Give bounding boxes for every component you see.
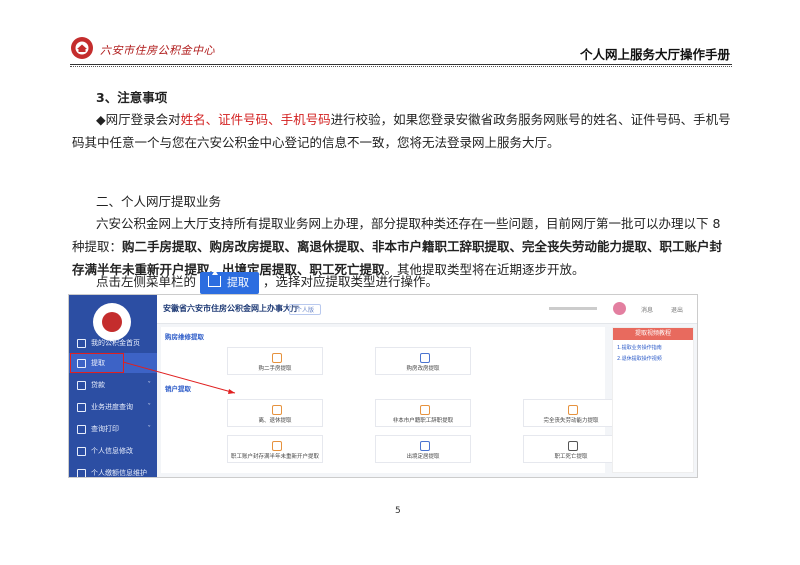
notes-paragraph: ◆网厅登录会对姓名、证件号码、手机号码进行校验，如果您登录安徽省政务服务网账号的…: [72, 108, 732, 154]
pointer-arrow: [122, 361, 236, 394]
notes-heading: 3、注意事项: [96, 90, 168, 105]
withdraw-button[interactable]: 提取: [200, 269, 260, 294]
instruction-line: 点击左侧菜单栏的 提取 ，选择对应提取类型进行操作。: [96, 269, 756, 294]
notes-prefix: ◆网厅登录会对: [96, 112, 181, 127]
upload-icon: [208, 269, 222, 287]
page-header: 六安市住房公积金中心 个人网上服务大厅操作手册: [70, 36, 732, 65]
notes-red-text: 姓名、证件号码、手机号码: [180, 112, 331, 127]
embedded-screenshot: 我的公积金首页 提取 贷款 ˇ 业务进度查询 ˇ 查询打印 ˇ 个人信息修改 个人缴额…: [68, 294, 698, 478]
section2-heading: 二、个人网厅提取业务: [96, 194, 222, 209]
manual-title: 个人网上服务大厅操作手册: [579, 47, 730, 62]
instr-suffix: ，选择对应提取类型进行操作。: [263, 274, 439, 289]
hpf-logo-icon: [71, 37, 93, 59]
page-number: 5: [395, 506, 401, 516]
org-name: 六安市住房公积金中心: [100, 44, 215, 57]
withdraw-button-label: 提取: [227, 275, 250, 289]
instr-prefix: 点击左侧菜单栏的: [96, 274, 197, 289]
header-divider: [70, 66, 732, 67]
